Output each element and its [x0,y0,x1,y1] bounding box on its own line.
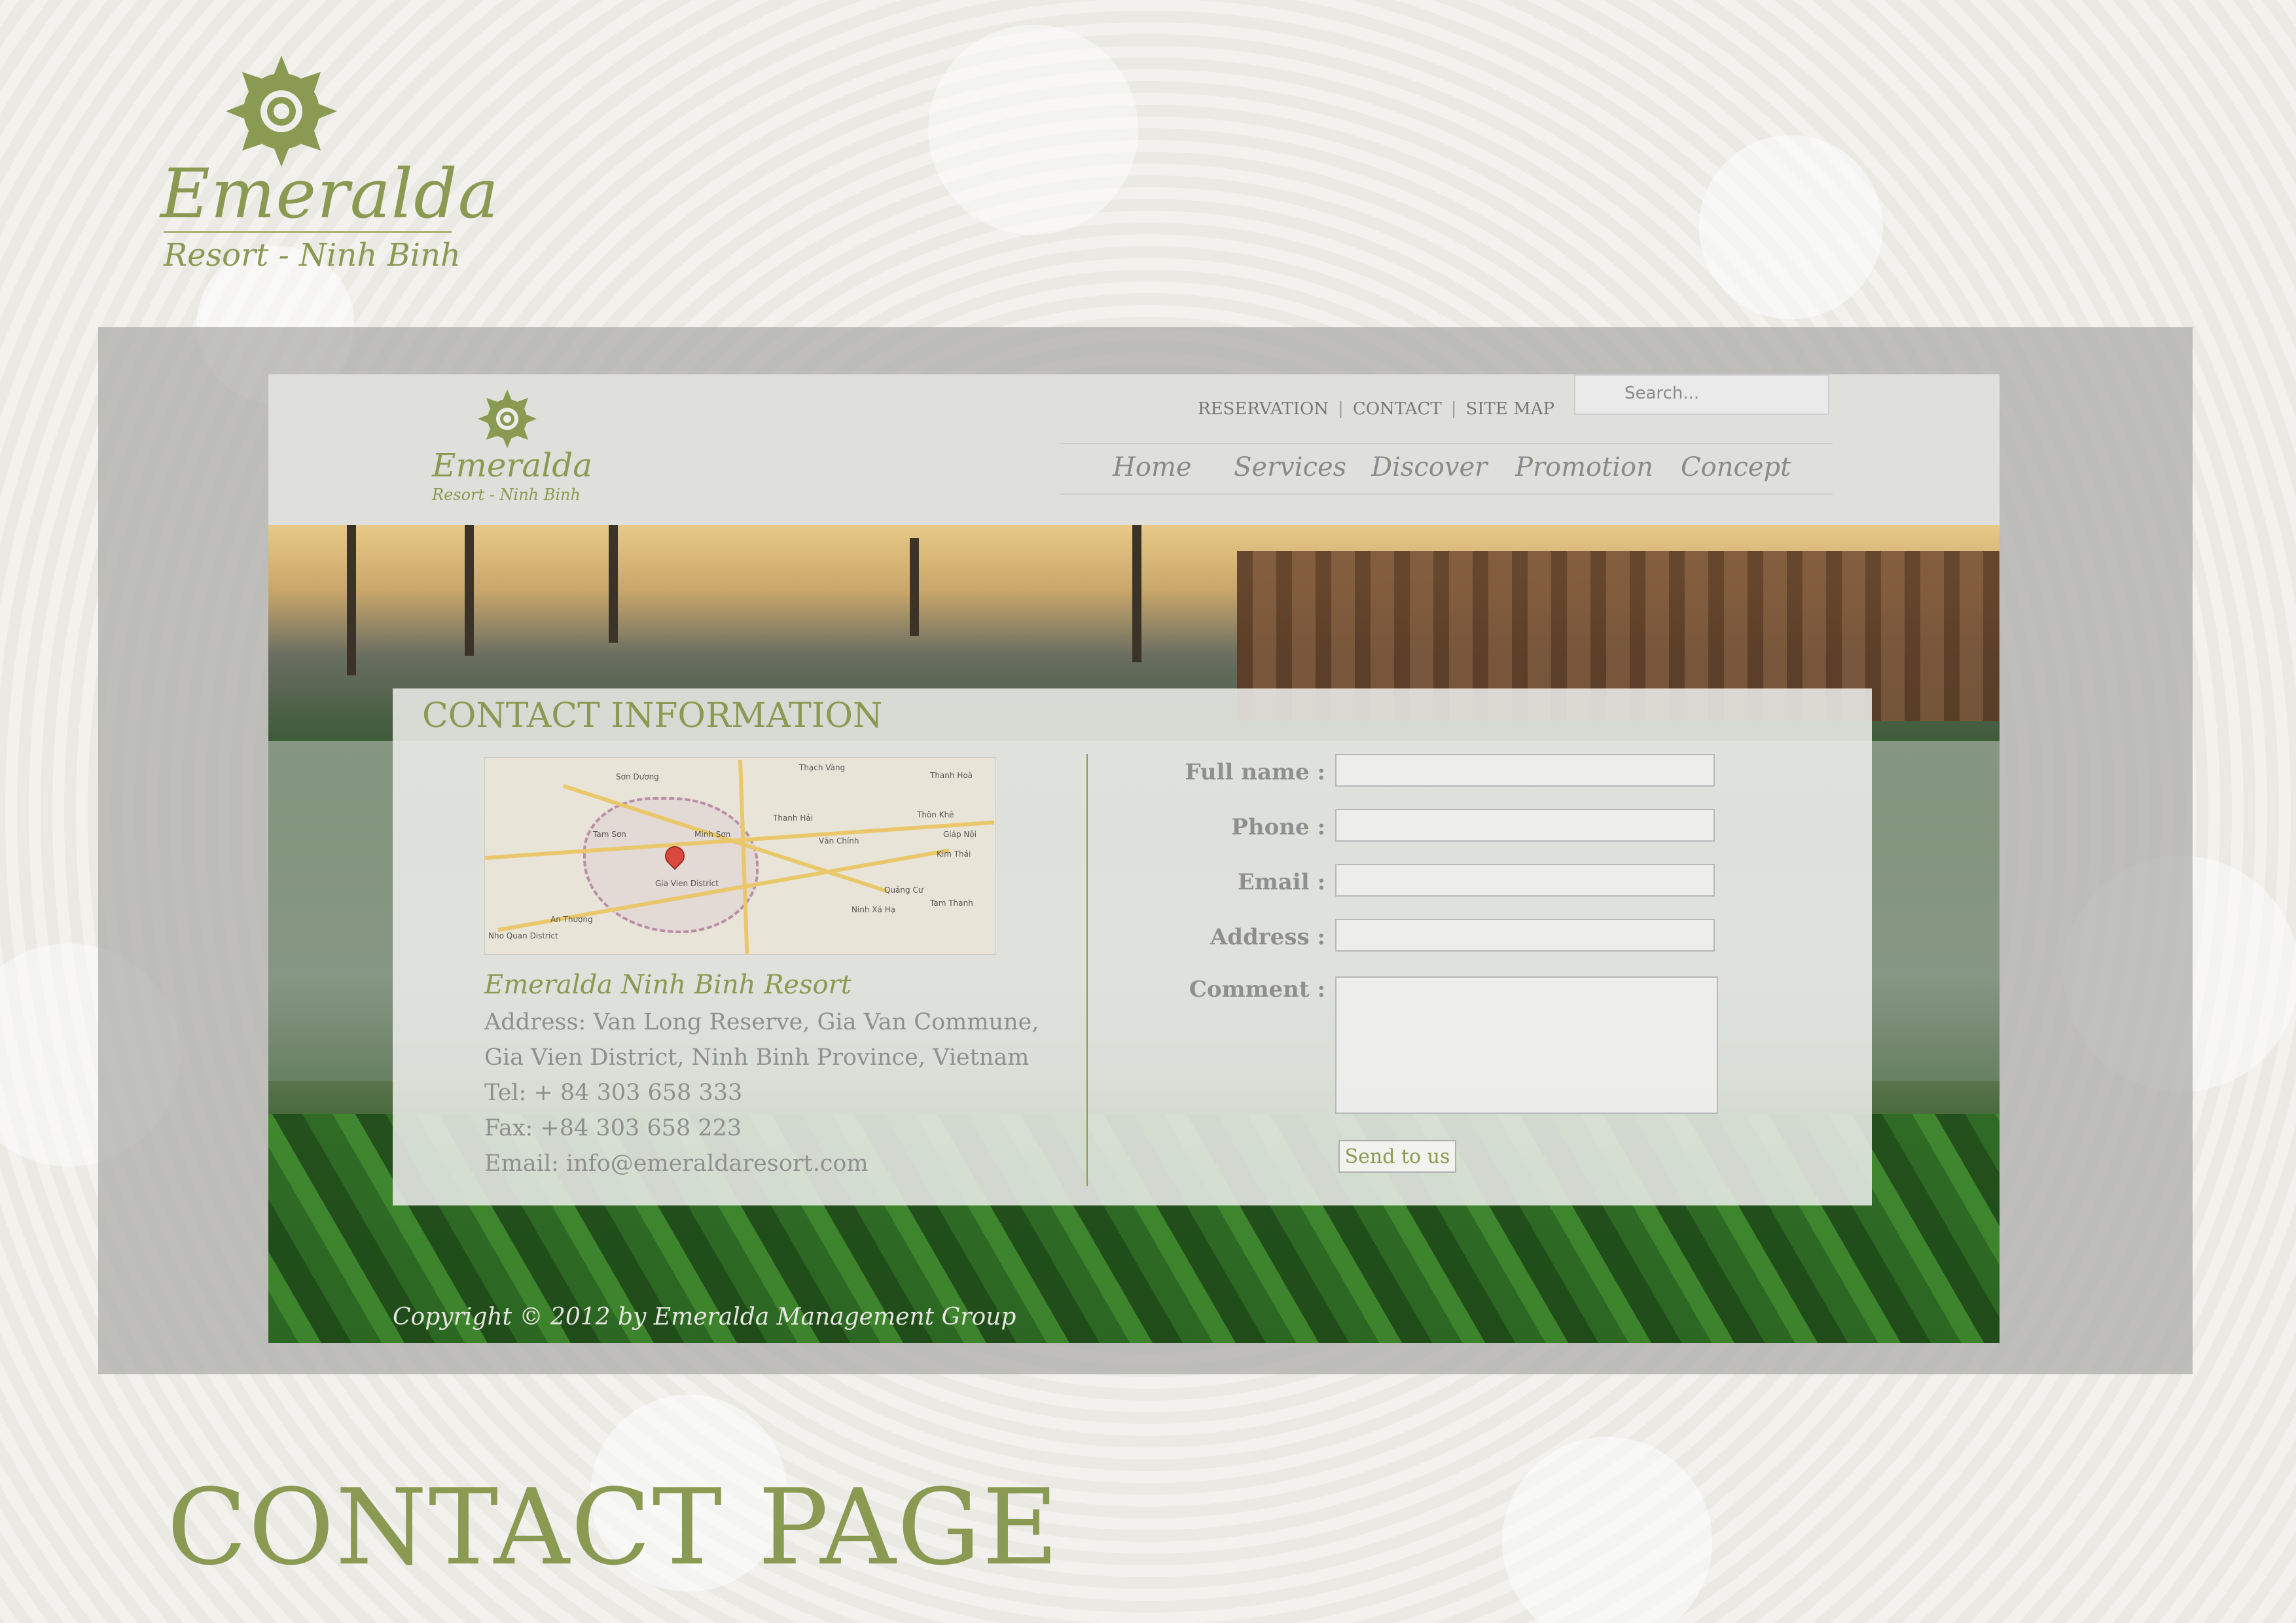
map-label: Nho Quan District [488,931,558,940]
address-field[interactable] [1335,919,1715,952]
nav-discover[interactable]: Discover [1371,452,1487,482]
page-logo: Emeralda Resort - Ninh Binh [160,56,499,278]
map-label: Minh Sơn [694,830,731,839]
palm-trunk [910,538,919,636]
search-input[interactable]: Search... [1574,374,1829,415]
website-mockup: Emeralda Resort - Ninh Binh RESERVATION |… [268,374,2000,1343]
separator: | [1450,399,1457,419]
map-label: Gia Vien District [655,879,719,888]
email-label: Email : [1237,869,1325,895]
phone-field[interactable] [1335,809,1715,842]
nav-concept[interactable]: Concept [1681,452,1791,482]
palm-trunk [1132,525,1141,662]
main-nav: Home Services Discover Promotion Concept [1060,443,1833,495]
nav-services[interactable]: Services [1234,452,1346,482]
email-info: Email: info@emeraldaresort.com [484,1150,869,1177]
map-label: An Thượng [550,915,593,924]
sun-flower-logo-icon [226,56,337,167]
nav-promotion[interactable]: Promotion [1515,452,1653,482]
address-label: Address : [1210,924,1325,950]
palm-trunk [609,525,618,643]
palm-trunk [465,525,474,656]
email-field[interactable] [1335,864,1715,897]
map-label: Sơn Dương [616,772,659,781]
map-label: Thanh Hoà [930,771,973,780]
map-label: Tam Sơn [593,830,626,839]
page-logo-tagline: Resort - Ninh Binh [164,231,461,274]
comment-label: Comment : [1189,976,1325,1003]
comment-field[interactable] [1335,976,1718,1114]
map-label: Ninh Xá Hạ [852,905,896,914]
site-header: Emeralda Resort - Ninh Binh RESERVATION |… [268,374,2000,525]
location-map[interactable]: Thạch Vàng Sơn Dương Tam Sơn Minh Sơn Th… [484,757,996,955]
site-logo-brand: Emeralda [432,446,593,484]
fax: Fax: +84 303 658 223 [484,1115,742,1141]
site-logo-tagline: Resort - Ninh Binh [432,486,581,504]
map-label: Thanh Hải [773,813,814,823]
contact-link[interactable]: CONTACT [1353,399,1442,419]
page-heading: CONTACT PAGE [167,1466,1060,1588]
copyright: Copyright © 2012 by Emeralda Management … [393,1304,1016,1330]
resort-name: Emeralda Ninh Binh Resort [484,970,852,1000]
page-logo-brand: Emeralda [160,154,499,234]
contact-title: CONTACT INFORMATION [422,696,883,736]
map-label: Văn Chính [819,836,859,846]
map-label: Quảng Cư [884,885,924,895]
nav-home[interactable]: Home [1113,452,1192,482]
map-label: Thôn Khê [917,810,954,819]
palm-trunk [347,525,356,675]
sun-flower-logo-icon [478,389,537,448]
map-label: Tam Thanh [930,899,973,908]
vertical-divider [1086,754,1088,1186]
map-label: Giáp Nội [943,830,977,839]
top-links: RESERVATION | CONTACT | SITE MAP [1198,399,1554,419]
site-logo[interactable]: Emeralda Resort - Ninh Binh [432,387,602,518]
map-label: Kim Thái [937,849,971,859]
phone-label: Phone : [1231,814,1325,840]
reservation-link[interactable]: RESERVATION [1198,399,1329,419]
address-line-1: Address: Van Long Reserve, Gia Van Commu… [484,1009,1039,1035]
separator: | [1338,399,1344,419]
contact-panel: CONTACT INFORMATION Thạch Vàng Sơn Dương… [393,688,1872,1205]
map-label: Thạch Vàng [799,763,846,772]
address-line-2: Gia Vien District, Ninh Binh Province, V… [484,1044,1030,1071]
full-name-field[interactable] [1335,754,1715,787]
telephone: Tel: + 84 303 658 333 [484,1080,743,1106]
full-name-label: Full name : [1185,759,1325,785]
send-button[interactable]: Send to us [1338,1140,1456,1173]
site-map-link[interactable]: SITE MAP [1465,399,1554,419]
